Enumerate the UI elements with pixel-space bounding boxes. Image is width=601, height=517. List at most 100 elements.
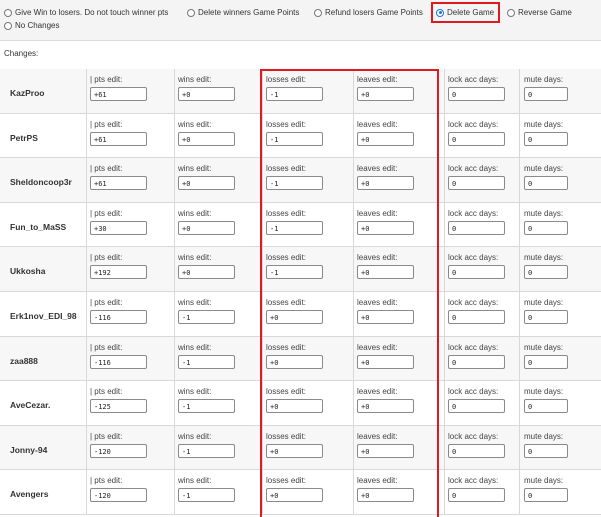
leaves-edit-cell: leaves edit: +0	[357, 164, 414, 191]
wins-edit-input[interactable]: -1	[178, 354, 235, 369]
leaves-edit-input[interactable]: +0	[357, 443, 414, 458]
mute-edit-cell: mute days: 0	[524, 253, 568, 280]
column-divider	[353, 470, 354, 514]
losses-edit-input[interactable]: +0	[266, 309, 323, 324]
lock-edit-input[interactable]: 0	[448, 176, 505, 191]
wins-edit-input[interactable]: +0	[178, 87, 235, 101]
table-row: AveCezar. | pts edit: -125 wins edit: -1 loss…	[0, 381, 601, 426]
losses-edit-input[interactable]: +0	[266, 354, 323, 369]
wins-edit-cell: wins edit: -1	[178, 343, 235, 369]
wins-edit-input[interactable]: +0	[178, 265, 235, 280]
wins-edit-input[interactable]: -1	[178, 309, 235, 324]
leaves-edit-input[interactable]: +0	[357, 265, 414, 280]
mute-edit-input[interactable]: 0	[524, 265, 568, 280]
player-name: Fun_to_MaSS	[10, 221, 67, 232]
table-row: Sheldoncoop3r | pts edit: +61 wins edit: +0 l…	[0, 158, 601, 203]
lock-edit-label: lock acc days:	[448, 164, 499, 174]
radio-button-icon[interactable]	[314, 8, 322, 17]
pts-edit-input[interactable]: +61	[90, 87, 147, 101]
losses-edit-label: losses edit:	[266, 164, 307, 174]
lock-edit-input[interactable]: 0	[448, 443, 505, 458]
leaves-edit-input[interactable]: +0	[357, 131, 414, 146]
mute-edit-input[interactable]: 0	[524, 399, 568, 414]
losses-edit-input[interactable]: +0	[266, 399, 323, 414]
lock-edit-input[interactable]: 0	[448, 265, 505, 280]
leaves-edit-label: leaves edit:	[357, 431, 398, 441]
pts-edit-input[interactable]: +30	[90, 220, 147, 235]
leaves-edit-input[interactable]: +0	[357, 354, 414, 369]
mute-edit-input[interactable]: 0	[524, 220, 568, 235]
losses-edit-input[interactable]: -1	[266, 265, 323, 280]
column-divider	[262, 336, 263, 381]
lock-edit-label: lock acc days:	[448, 119, 499, 129]
mute-edit-input[interactable]: 0	[524, 443, 568, 458]
mute-edit-cell: mute days: 0	[524, 209, 568, 235]
losses-edit-label: losses edit:	[266, 75, 307, 84]
mute-edit-input[interactable]: 0	[524, 131, 568, 146]
pts-edit-label: | pts edit:	[90, 297, 123, 307]
column-divider	[444, 470, 445, 514]
lock-edit-input[interactable]: 0	[448, 309, 505, 324]
pts-edit-input[interactable]: +61	[90, 176, 147, 191]
leaves-edit-cell: leaves edit: +0	[357, 432, 414, 458]
radio-button-icon[interactable]	[4, 8, 12, 17]
lock-edit-input[interactable]: 0	[448, 87, 505, 101]
leaves-edit-input[interactable]: +0	[357, 220, 414, 235]
losses-edit-input[interactable]: -1	[266, 220, 323, 235]
lock-edit-input[interactable]: 0	[448, 488, 505, 503]
lock-edit-input[interactable]: 0	[448, 220, 505, 235]
leaves-edit-label: leaves edit:	[357, 253, 398, 263]
wins-edit-input[interactable]: -1	[178, 399, 235, 414]
leaves-edit-input[interactable]: +0	[357, 399, 414, 414]
mute-edit-input[interactable]: 0	[524, 488, 568, 503]
leaves-edit-input[interactable]: +0	[357, 176, 414, 191]
wins-edit-input[interactable]: -1	[178, 443, 235, 458]
wins-edit-input[interactable]: +0	[178, 220, 235, 235]
mute-edit-input[interactable]: 0	[524, 354, 568, 369]
pts-edit-input[interactable]: -120	[90, 488, 147, 503]
pts-edit-input[interactable]: +61	[90, 131, 147, 146]
lock-edit-input[interactable]: 0	[448, 131, 505, 146]
column-divider	[444, 425, 445, 470]
radio-button-icon[interactable]	[507, 8, 515, 17]
losses-edit-input[interactable]: -1	[266, 131, 323, 146]
option-delete-winners-points[interactable]: Delete winners Game Points	[187, 8, 299, 17]
radio-button-icon[interactable]	[4, 21, 12, 30]
wins-edit-input[interactable]: -1	[178, 488, 235, 503]
column-divider	[86, 202, 87, 247]
pts-edit-input[interactable]: -120	[90, 443, 147, 458]
option-no-changes[interactable]: No Changes	[4, 21, 59, 30]
wins-edit-input[interactable]: +0	[178, 176, 235, 191]
column-divider	[519, 291, 520, 336]
pts-edit-label: | pts edit:	[90, 431, 123, 441]
leaves-edit-input[interactable]: +0	[357, 309, 414, 324]
losses-edit-cell: losses edit: -1	[266, 75, 323, 101]
leaves-edit-label: leaves edit:	[357, 342, 398, 352]
mute-edit-input[interactable]: 0	[524, 87, 568, 101]
mute-edit-input[interactable]: 0	[524, 176, 568, 191]
lock-edit-input[interactable]: 0	[448, 399, 505, 414]
mute-edit-label: mute days:	[524, 297, 564, 307]
pts-edit-input[interactable]: -125	[90, 399, 147, 414]
option-give-win-to-losers[interactable]: Give Win to losers. Do not touch winner …	[4, 8, 168, 17]
leaves-edit-input[interactable]: +0	[357, 87, 414, 101]
losses-edit-input[interactable]: -1	[266, 176, 323, 191]
wins-edit-input[interactable]: +0	[178, 131, 235, 146]
losses-edit-input[interactable]: +0	[266, 488, 323, 503]
pts-edit-input[interactable]: -116	[90, 309, 147, 324]
mute-edit-label: mute days:	[524, 208, 564, 218]
option-refund-losers-points[interactable]: Refund losers Game Points	[314, 8, 423, 17]
losses-edit-cell: losses edit: +0	[266, 298, 323, 324]
leaves-edit-input[interactable]: +0	[357, 488, 414, 503]
losses-edit-label: losses edit:	[266, 297, 307, 307]
pts-edit-cell: | pts edit: -116	[90, 343, 147, 369]
pts-edit-input[interactable]: -116	[90, 354, 147, 369]
pts-edit-input[interactable]: +192	[90, 265, 147, 280]
mute-edit-input[interactable]: 0	[524, 309, 568, 324]
radio-button-icon[interactable]	[187, 8, 195, 17]
losses-edit-input[interactable]: +0	[266, 443, 323, 458]
option-reverse-game[interactable]: Reverse Game	[507, 8, 572, 17]
lock-edit-input[interactable]: 0	[448, 354, 505, 369]
losses-edit-input[interactable]: -1	[266, 87, 323, 101]
column-divider	[174, 113, 175, 158]
